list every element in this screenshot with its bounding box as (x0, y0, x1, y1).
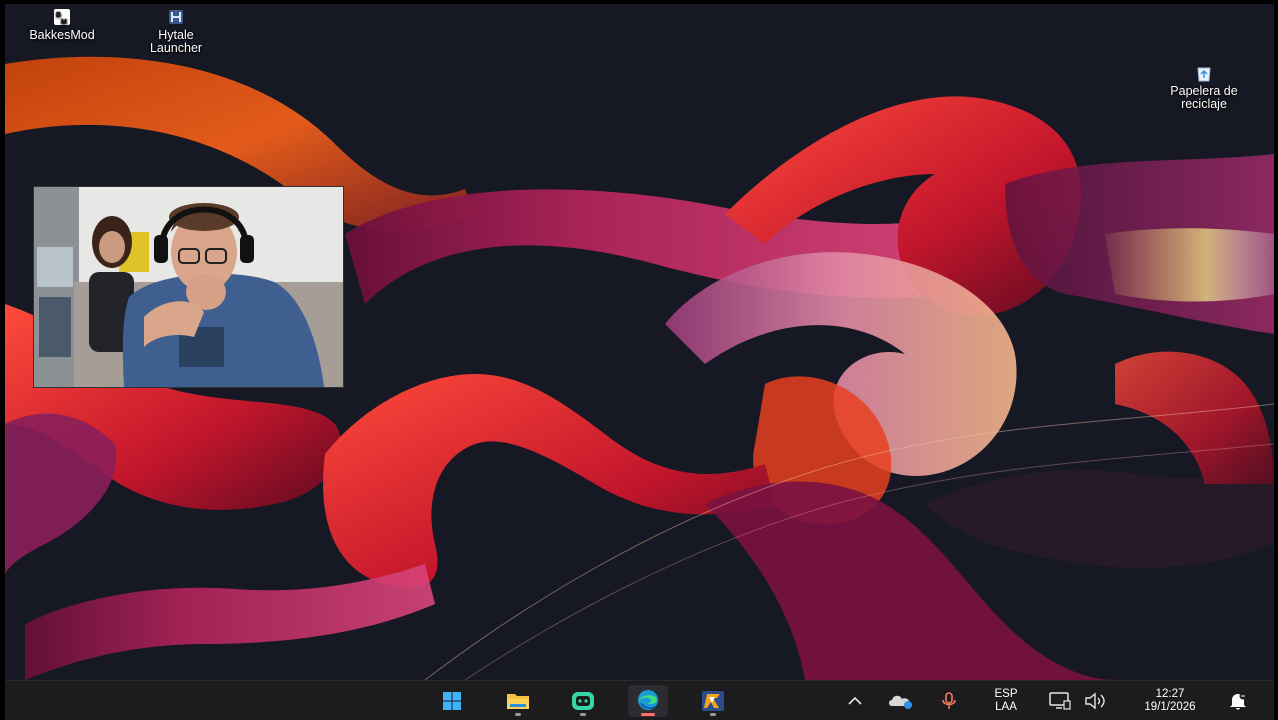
windows-start-icon (443, 692, 461, 710)
desktop-icon-label-line1: Hytale (158, 28, 194, 42)
taskbar-edge-browser[interactable] (628, 685, 668, 717)
taskbar: ESP LAA 12:27 19/1/2026 (5, 680, 1274, 720)
taskbar-start-button[interactable] (432, 685, 472, 717)
desktop-screen: B M BakkesMod Hytale Launcher Papelera d… (0, 0, 1278, 720)
desktop-icon-label: BakkesMod (29, 28, 95, 42)
letterbox-right (1274, 0, 1278, 720)
letterbox-top (0, 0, 1278, 4)
running-indicator (710, 713, 716, 716)
clock[interactable]: 12:27 19/1/2026 (1125, 688, 1215, 714)
bakkesmod-icon: B M (54, 9, 70, 26)
volume-icon[interactable] (1083, 691, 1109, 711)
hytale-launcher-icon (169, 10, 183, 24)
notification-bell-icon[interactable] (1226, 689, 1250, 713)
clock-time: 12:27 (1155, 688, 1185, 700)
language-indicator[interactable]: ESP LAA (988, 688, 1024, 714)
taskbar-file-explorer[interactable] (498, 685, 538, 717)
taskbar-counter-strike[interactable] (693, 685, 733, 717)
svg-text:M: M (61, 19, 67, 26)
svg-text:B: B (56, 12, 61, 19)
onedrive-cloud-icon[interactable] (886, 691, 916, 711)
clock-date: 19/1/2026 (1144, 701, 1196, 713)
letterbox-left (0, 0, 5, 720)
webcam-feed-image (34, 187, 343, 387)
desktop-icon-label-line1: Papelera de (1170, 84, 1238, 98)
desktop-icon-recycle-bin[interactable]: Papelera de reciclaje (1156, 63, 1252, 111)
desktop-icon-label-line2: reciclaje (1181, 97, 1227, 111)
active-indicator (641, 713, 655, 716)
microphone-icon[interactable] (939, 691, 959, 711)
language-code: ESP (994, 688, 1018, 700)
desktop-icon-bakkesmod[interactable]: B M BakkesMod (14, 7, 110, 42)
keyboard-layout-code: LAA (995, 701, 1017, 713)
recycle-bin-icon (1197, 67, 1211, 82)
network-icon[interactable] (1048, 691, 1072, 711)
desktop-icon-label-line2: Launcher (149, 41, 203, 55)
desktop-icon-hytale-launcher[interactable]: Hytale Launcher (128, 7, 224, 55)
show-hidden-icons-chevron-icon[interactable] (845, 691, 865, 711)
running-indicator (580, 713, 586, 716)
running-indicator (515, 713, 521, 716)
taskbar-streaming-app[interactable] (563, 685, 603, 717)
webcam-overlay (33, 186, 344, 388)
